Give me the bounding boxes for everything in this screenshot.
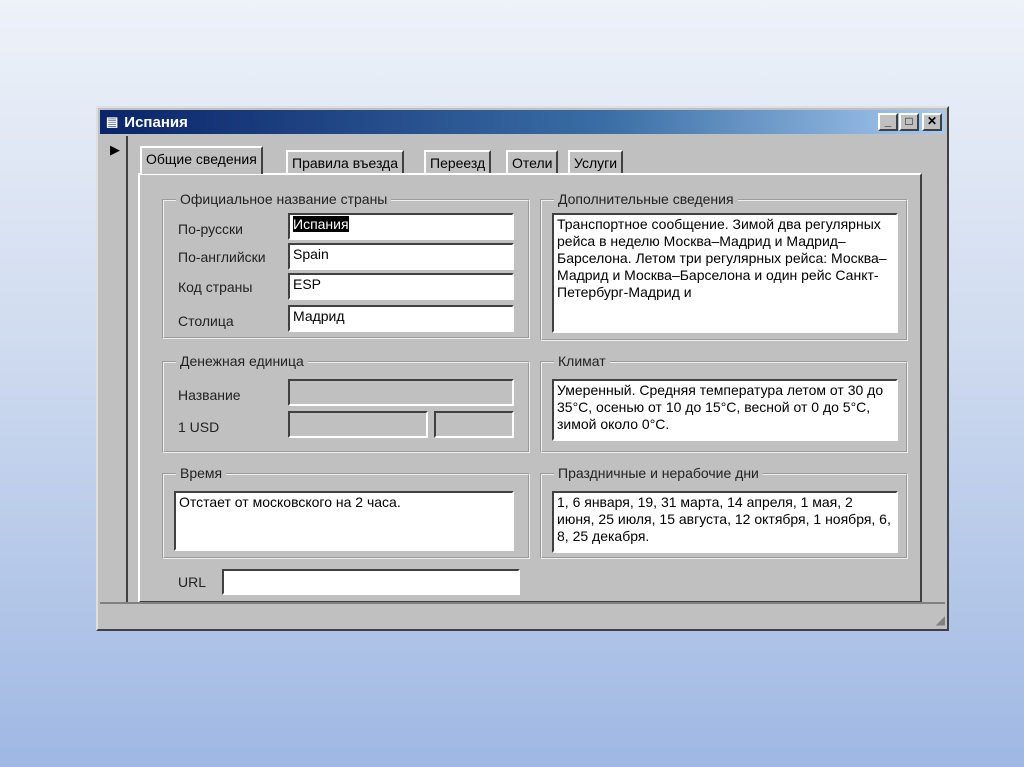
window-title: Испания <box>124 113 188 131</box>
group-legend: Дополнительные сведения <box>554 191 738 207</box>
group-legend: Время <box>176 465 227 481</box>
url-input[interactable] <box>222 569 520 595</box>
tab-general[interactable]: Общие сведения <box>140 146 263 174</box>
additional-info-group: Дополнительные сведения Транспортное соо… <box>540 191 908 341</box>
usd-extra-input[interactable] <box>434 411 514 438</box>
minimize-button[interactable]: _ <box>878 113 898 131</box>
tab-label: Общие сведения <box>146 151 257 167</box>
tab-hotels[interactable]: Отели <box>506 150 559 174</box>
label-english: По-английски <box>178 249 266 265</box>
holidays-group: Праздничные и нерабочие дни 1, 6 января,… <box>540 465 908 559</box>
country-code-input[interactable]: ESP <box>288 273 514 300</box>
usd-rate-input[interactable] <box>288 411 428 438</box>
tab-transfer[interactable]: Переезд <box>424 150 492 174</box>
holidays-input[interactable]: 1, 6 января, 19, 31 марта, 14 апреля, 1 … <box>552 491 898 553</box>
label-currency-name: Название <box>178 387 241 403</box>
currency-name-input[interactable] <box>288 379 514 406</box>
group-legend: Денежная единица <box>176 353 308 369</box>
english-name-input[interactable]: Spain <box>288 243 514 270</box>
label-country-code: Код страны <box>178 279 253 295</box>
group-legend: Праздничные и нерабочие дни <box>554 465 763 481</box>
label-russian: По-русски <box>178 221 243 237</box>
official-name-group: Официальное название страны По-русски Ис… <box>162 191 530 339</box>
additional-info-input[interactable]: Транспортное сообщение. Зимой два регуля… <box>552 213 898 333</box>
label-capital: Столица <box>178 313 234 329</box>
tab-label: Правила въезда <box>292 155 399 171</box>
record-selector[interactable]: ▶ <box>100 136 128 602</box>
time-group: Время Отстает от московского на 2 часа. <box>162 465 530 559</box>
close-button[interactable]: ✕ <box>922 113 942 131</box>
russian-name-input[interactable]: Испания <box>288 213 514 240</box>
capital-input[interactable]: Мадрид <box>288 305 514 332</box>
currency-group: Денежная единица Название 1 USD <box>162 353 530 453</box>
label-usd: 1 USD <box>178 419 220 435</box>
maximize-button[interactable]: □ <box>899 113 919 131</box>
selected-text: Испания <box>293 216 349 232</box>
time-input[interactable]: Отстает от московского на 2 часа. <box>174 491 514 551</box>
tab-entry-rules[interactable]: Правила въезда <box>286 150 405 174</box>
group-legend: Официальное название страны <box>176 191 392 207</box>
label-url: URL <box>178 574 207 590</box>
group-legend: Климат <box>554 353 610 369</box>
form-icon: ▤ <box>106 114 119 129</box>
form-window: ▤ Испания _ □ ✕ ▶ Общие сведения Правила… <box>96 106 949 631</box>
title-bar[interactable]: ▤ Испания _ □ ✕ <box>100 110 945 134</box>
resize-grip-icon[interactable]: ◢ <box>936 613 945 627</box>
tab-panel-general: Официальное название страны По-русски Ис… <box>138 173 922 603</box>
tab-services[interactable]: Услуги <box>568 150 624 174</box>
tab-label: Услуги <box>574 155 618 171</box>
tab-label: Отели <box>512 155 553 171</box>
climate-group: Климат Умеренный. Средняя температура ле… <box>540 353 908 453</box>
current-record-icon: ▶ <box>110 142 120 157</box>
bottom-strip <box>100 602 945 604</box>
climate-input[interactable]: Умеренный. Средняя температура летом от … <box>552 379 898 441</box>
tab-label: Переезд <box>430 155 486 171</box>
